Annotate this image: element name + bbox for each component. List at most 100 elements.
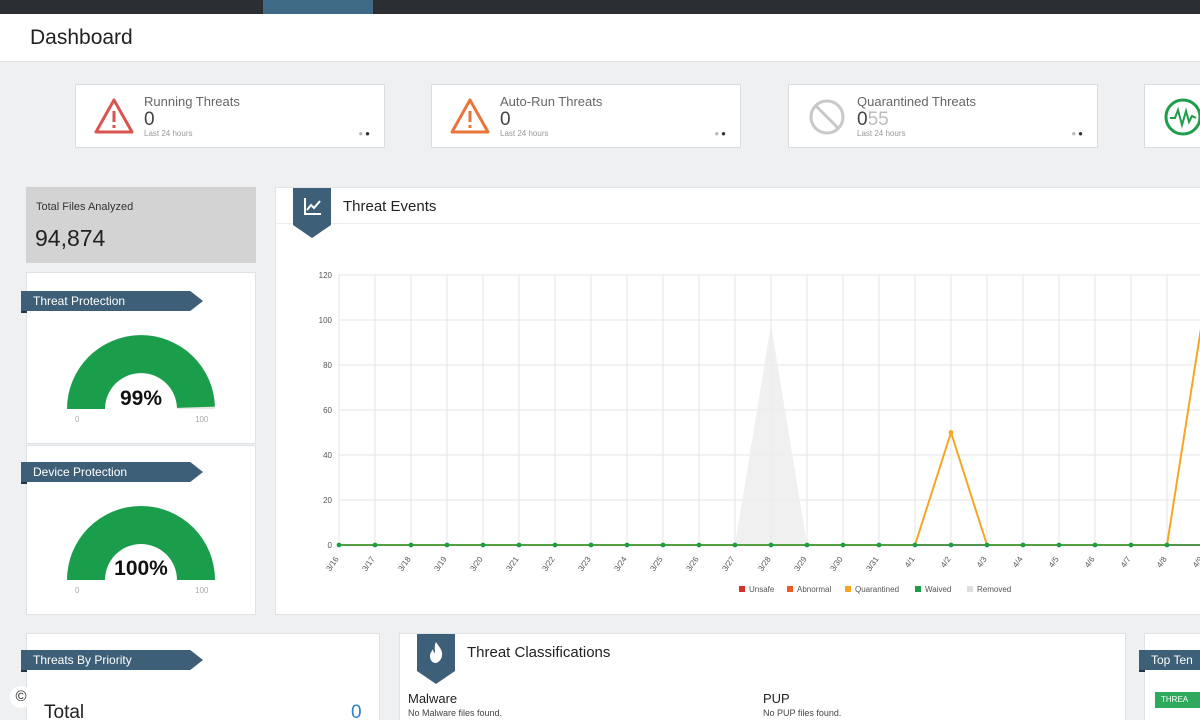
data-point-waived (1128, 542, 1134, 548)
x-tick-label: 3/29 (792, 555, 809, 573)
x-tick-label: 3/17 (360, 555, 377, 573)
pager-dots[interactable]: ●● (358, 129, 372, 138)
y-tick-label: 60 (323, 406, 332, 415)
tab-zones[interactable] (485, 0, 595, 14)
x-tick-label: 3/25 (648, 555, 665, 573)
flame-icon (430, 642, 443, 663)
legend-label: Unsafe (749, 585, 775, 594)
data-point-waived (660, 542, 666, 548)
device-protection-ribbon: Device Protection (21, 462, 203, 482)
classification-badge (417, 634, 455, 684)
data-point-waived (840, 542, 846, 548)
top-nav (0, 0, 1200, 14)
malware-column: Malware No Malware files found. (408, 691, 502, 718)
threat-events-title: Threat Events (343, 198, 437, 215)
data-point-waived (588, 542, 594, 548)
legend-swatch (739, 586, 745, 592)
y-tick-label: 80 (323, 361, 332, 370)
stat-label: Quarantined Threats (857, 94, 976, 109)
malware-text: No Malware files found. (408, 708, 503, 718)
gauge-max-label: 100 (195, 586, 209, 595)
x-tick-label: 4/9 (1191, 555, 1200, 570)
data-point-waived (372, 542, 378, 548)
stat-period: Last 24 hours (144, 129, 193, 138)
blocked-icon (809, 99, 845, 135)
pup-column: PUP No PUP files found. (763, 691, 841, 718)
stat-label: Auto-Run Threats (500, 94, 603, 109)
threat-protection-card: Threat Protection 99% 0 100 (21, 272, 256, 444)
files-analyzed-card: Total Files Analyzed 94,874 (26, 187, 256, 263)
x-tick-label: 4/2 (939, 555, 953, 570)
legend-swatch (845, 586, 851, 592)
x-tick-label: 4/8 (1155, 555, 1169, 570)
running-threats-card[interactable]: Running Threats 0 Last 24 hours ●● (75, 84, 385, 148)
top-ten-card: Top Ten THREA (1139, 633, 1200, 720)
pager-dots[interactable]: ●● (714, 129, 728, 138)
tab-protection[interactable] (375, 0, 485, 14)
warning-orange-icon (450, 98, 490, 134)
x-tick-label: 3/26 (684, 555, 701, 573)
series-area-removed (339, 324, 1200, 545)
threat-events-card: Threat Events 0 20 40 60 80 100 120 3/16 3/17 3/1… (275, 187, 1200, 615)
data-point-waived (696, 542, 702, 548)
data-point-waived (480, 542, 486, 548)
x-tick-label: 3/23 (576, 555, 593, 573)
stat-period: Last 24 hours (500, 129, 549, 138)
data-point-waived (1164, 542, 1170, 548)
threats-by-priority-card: Threats By Priority Total 0 (21, 633, 380, 720)
device-protection-percent: 100% (114, 557, 168, 580)
priority-total-value[interactable]: 0 (351, 702, 362, 720)
y-tick-label: 0 (328, 541, 333, 550)
legend-label: Removed (977, 585, 1011, 594)
stat-value: 055 (857, 109, 889, 130)
tab-dashboard[interactable] (263, 0, 373, 14)
x-tick-label: 3/22 (540, 555, 557, 573)
top-ten-ribbon: Top Ten (1139, 650, 1200, 670)
gauge-min-label: 0 (75, 586, 80, 595)
stat-value: 0 (144, 109, 155, 130)
data-point-waived (516, 542, 522, 548)
threats-by-priority-ribbon: Threats By Priority (21, 650, 203, 670)
x-tick-label: 3/18 (396, 555, 413, 573)
y-tick-label: 40 (323, 451, 332, 460)
copyright-mark: © (10, 686, 32, 708)
x-tick-label: 3/31 (864, 555, 881, 573)
page-title: Dashboard (30, 26, 133, 49)
data-point-waived (1092, 542, 1098, 548)
tab-settings[interactable] (705, 0, 815, 14)
data-point-waived (624, 542, 630, 548)
data-point-waived (1020, 542, 1026, 548)
x-tick-label: 3/30 (828, 555, 845, 573)
gauge-max-label: 100 (195, 415, 209, 424)
data-point-waived (408, 542, 414, 548)
x-tick-label: 3/16 (324, 555, 341, 573)
x-tick-label: 3/20 (468, 555, 485, 573)
x-tick-label: 4/7 (1119, 555, 1133, 570)
x-tick-label: 4/3 (975, 555, 989, 570)
system-health-card[interactable] (1144, 84, 1200, 148)
data-point-waived (336, 542, 342, 548)
legend-swatch (787, 586, 793, 592)
top-ten-pill[interactable]: THREA (1155, 692, 1200, 708)
stat-value: 0 (500, 109, 511, 130)
data-point-waived (732, 542, 738, 548)
files-analyzed-value: 94,874 (35, 225, 106, 251)
y-tick-label: 100 (319, 316, 333, 325)
threat-protection-percent: 99% (119, 387, 163, 410)
threat-classifications-title: Threat Classifications (467, 644, 611, 661)
pager-dots[interactable]: ●● (1071, 129, 1085, 138)
data-point-waived (912, 542, 918, 548)
legend-swatch (915, 586, 921, 592)
gauge-min-label: 0 (75, 415, 80, 424)
x-tick-label: 3/27 (720, 555, 737, 573)
autorun-threats-card[interactable]: Auto-Run Threats 0 Last 24 hours ●● (431, 84, 741, 148)
line-chart-icon (304, 198, 321, 215)
pup-title: PUP (763, 691, 790, 706)
files-analyzed-label: Total Files Analyzed (36, 201, 134, 213)
y-tick-label: 20 (323, 496, 332, 505)
pup-text: No PUP files found. (763, 708, 842, 718)
x-tick-label: 4/4 (1011, 555, 1025, 570)
tab-policies[interactable] (595, 0, 705, 14)
legend-label: Quarantined (855, 585, 899, 594)
quarantined-threats-card[interactable]: Quarantined Threats 055 Last 24 hours ●● (788, 84, 1098, 148)
